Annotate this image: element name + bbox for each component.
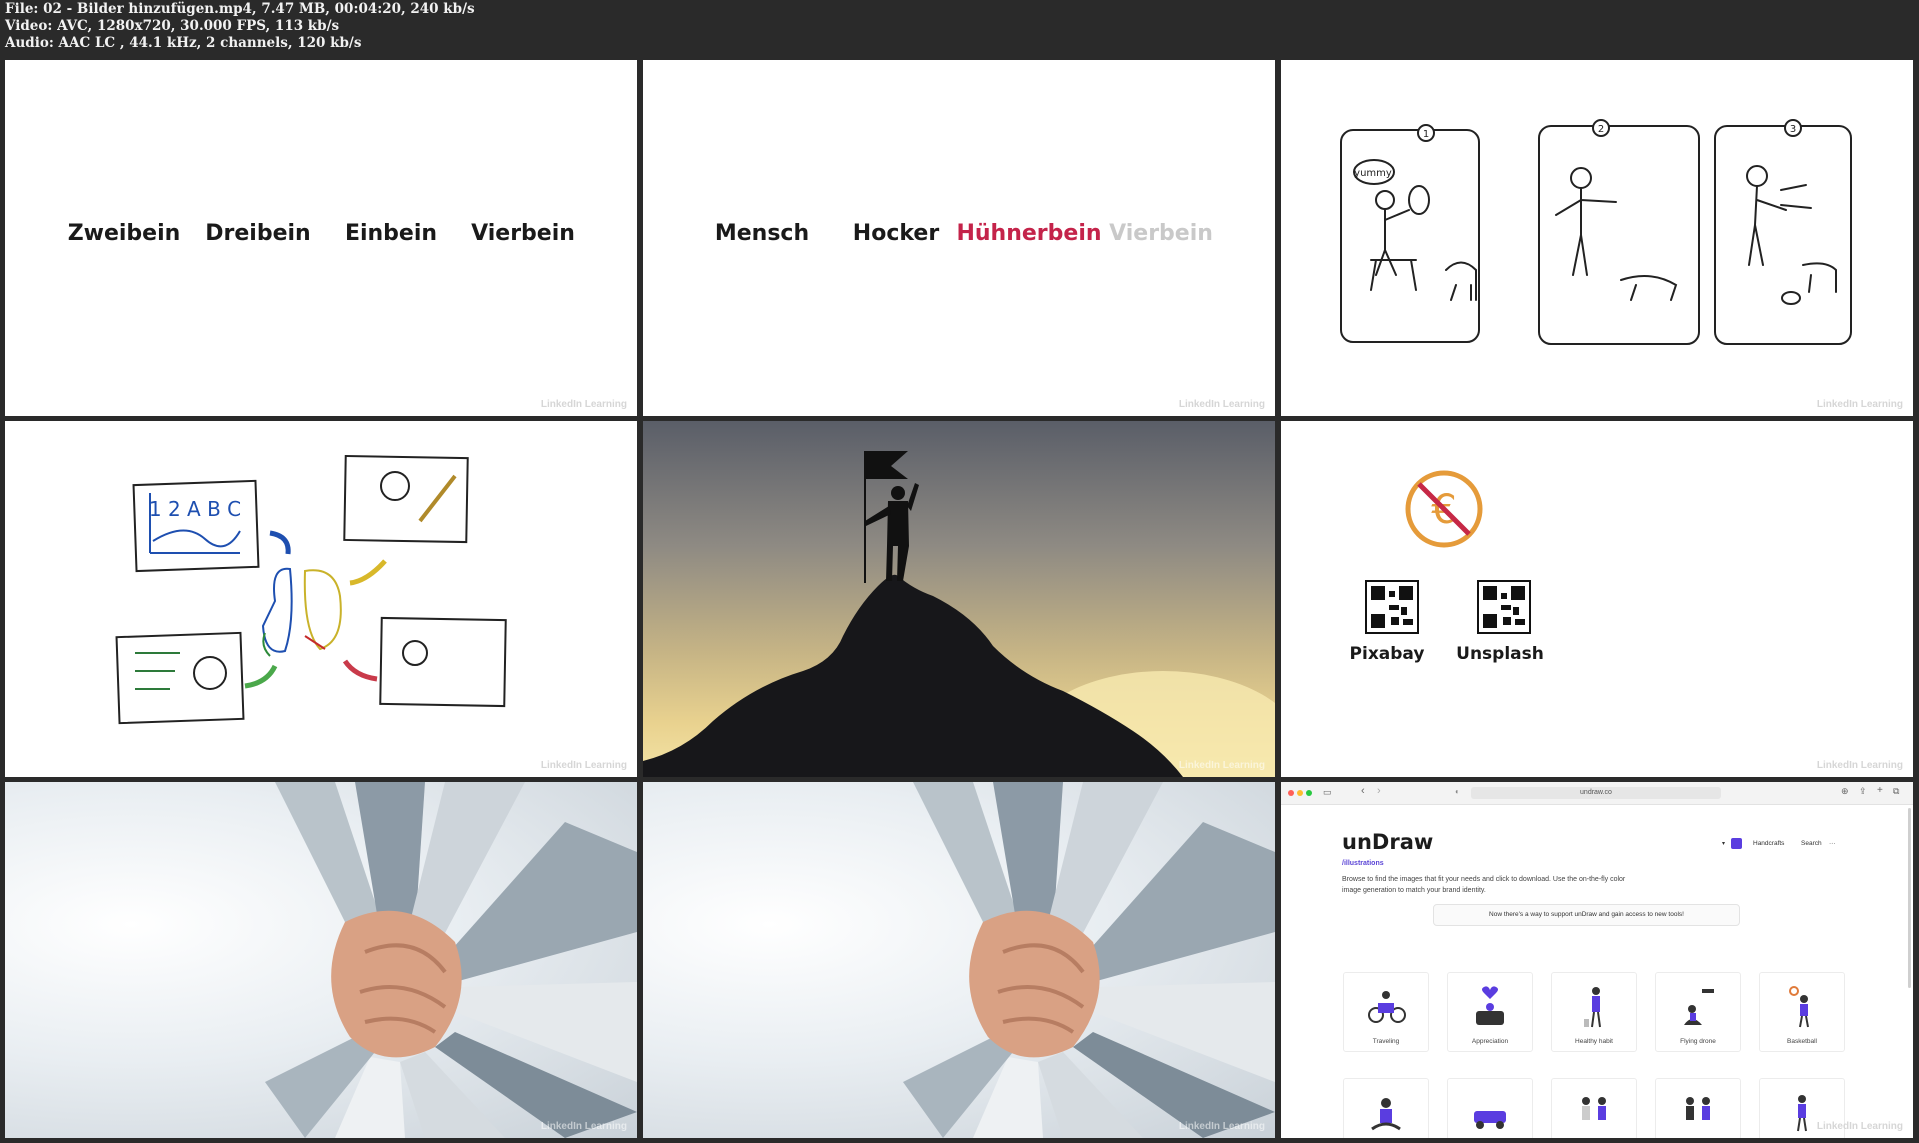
watermark: LinkedIn Learning [1178, 399, 1265, 410]
image-sources-graphic: € [1365, 470, 1531, 634]
audio-info-line: Audio: AAC LC , 44.1 kHz, 2 channels, 12… [5, 35, 362, 51]
video-info-line: Video: AVC, 1280x720, 30.000 FPS, 113 kb… [5, 18, 340, 34]
minimize-window-button[interactable] [1297, 790, 1303, 796]
learning-brain-sketch: 1 2 A B C [115, 454, 507, 725]
word-huehnerbein: Hühnerbein [956, 221, 1102, 246]
car-illustration-icon [1474, 1111, 1506, 1129]
thumbnail-frame-5: LinkedIn Learning [643, 421, 1275, 777]
watermark: LinkedIn Learning [1178, 760, 1265, 771]
word-dreibein: Dreibein [205, 221, 311, 246]
appreciation-illustration-icon [1476, 986, 1504, 1025]
basketball-illustration-icon [1789, 986, 1809, 1028]
thumbnail-frame-2: Mensch Hocker Hühnerbein Vierbein Linked… [643, 60, 1275, 416]
card-label: Appreciation [1471, 1038, 1509, 1045]
watermark: LinkedIn Learning [1178, 1121, 1265, 1132]
illustration-card[interactable]: Traveling [1343, 972, 1429, 1052]
nav-more[interactable]: ··· [1829, 840, 1836, 847]
sidebar-icon[interactable]: ▭ [1323, 787, 1332, 798]
share-icon[interactable]: ⇪ [1859, 786, 1867, 797]
nav-search[interactable]: Search [1801, 840, 1822, 847]
thumbnail-frame-4: 1 2 A B C LinkedIn Learning [5, 421, 637, 777]
flying-drone-illustration-icon [1684, 989, 1714, 1025]
card-label: Traveling [1372, 1038, 1400, 1045]
nav-handcrafts[interactable]: Handcrafts [1753, 840, 1784, 847]
thumbnail-frame-6: € Pixabay Unsplash LinkedIn Learning [1281, 421, 1913, 777]
teamwork-hands-image [265, 782, 637, 1138]
shield-icon: ◐ [1455, 787, 1460, 796]
close-window-button[interactable] [1288, 790, 1294, 796]
thumbnail-frame-7: LinkedIn Learning [5, 782, 637, 1138]
support-banner[interactable]: Now there's a way to support unDraw and … [1433, 904, 1740, 926]
file-info-header: File: 02 - Bilder hinzufügen.mp4, 7.47 M… [0, 0, 1919, 58]
back-icon[interactable]: ‹ [1361, 785, 1365, 797]
maximize-window-button[interactable] [1306, 790, 1312, 796]
traveling-illustration-icon [1368, 991, 1406, 1023]
handshake-illustration-icon [1686, 1097, 1710, 1120]
color-picker-swatch[interactable] [1731, 838, 1742, 849]
thumbnail-frame-1: Zweibein Dreibein Einbein Vierbein Linke… [5, 60, 637, 416]
thumbnail-frame-9: ▭ ‹ › ◐ undraw.co ⊕ ⇪ + ⧉ unDraw /illust… [1281, 782, 1913, 1138]
word-zweibein: Zweibein [67, 221, 181, 246]
forward-icon[interactable]: › [1377, 785, 1381, 797]
teamwork-hands-image [903, 782, 1275, 1138]
new-tab-icon[interactable]: + [1877, 785, 1883, 796]
panel-number-3: 3 [1790, 124, 1796, 135]
people-illustration-icon [1582, 1097, 1606, 1120]
illustration-card[interactable] [1655, 1078, 1741, 1138]
watermark: LinkedIn Learning [1816, 399, 1903, 410]
word-einbein: Einbein [344, 221, 438, 246]
qr-code-icon [1365, 580, 1419, 634]
unsplash-label: Unsplash [1456, 644, 1544, 664]
color-dropdown-icon[interactable]: ▾ [1722, 840, 1725, 847]
mountain-flag-silhouette-image [643, 451, 1275, 777]
browser-toolbar: ▭ ‹ › ◐ undraw.co ⊕ ⇪ + ⧉ [1281, 782, 1913, 805]
illustration-card[interactable]: Basketball [1759, 972, 1845, 1052]
watermark: LinkedIn Learning [540, 1121, 627, 1132]
word-hocker: Hocker [852, 221, 940, 246]
watermark: LinkedIn Learning [1816, 760, 1903, 771]
panel-number-1: 1 [1423, 129, 1429, 140]
thumbnail-frame-3: yummy 1 2 3 LinkedIn Learning [1281, 60, 1913, 416]
chart-sketch-text: 1 2 A B C [149, 497, 241, 521]
no-euro-icon: € [1405, 470, 1483, 548]
word-vierbein-faded: Vierbein [1109, 221, 1213, 246]
card-label: Basketball [1787, 1038, 1817, 1045]
illustration-card[interactable] [1447, 1078, 1533, 1138]
scrollbar[interactable] [1908, 808, 1911, 988]
illustration-card[interactable]: Healthy habit [1551, 972, 1637, 1052]
word-vierbein: Vierbein [471, 221, 575, 246]
illustration-card[interactable]: Appreciation [1447, 972, 1533, 1052]
download-icon[interactable]: ⊕ [1841, 786, 1849, 797]
watermark: LinkedIn Learning [1816, 1121, 1903, 1132]
thumbnail-frame-8: LinkedIn Learning [643, 782, 1275, 1138]
speech-bubble-text: yummy [1354, 168, 1392, 179]
card-label: Healthy habit [1575, 1038, 1613, 1045]
panel-number-2: 2 [1598, 124, 1604, 135]
file-info-line: File: 02 - Bilder hinzufügen.mp4, 7.47 M… [5, 1, 475, 17]
healthy-habit-illustration-icon [1584, 987, 1601, 1028]
watermark: LinkedIn Learning [540, 760, 627, 771]
undraw-logo[interactable]: unDraw [1342, 830, 1433, 854]
illustration-card[interactable] [1343, 1078, 1429, 1138]
tabs-overview-icon[interactable]: ⧉ [1893, 786, 1899, 797]
qr-code-icon [1477, 580, 1531, 634]
illustration-card[interactable] [1551, 1078, 1637, 1138]
illustrations-link[interactable]: /illustrations [1342, 860, 1384, 867]
support-banner-text: Now there's a way to support unDraw and … [1489, 911, 1684, 918]
word-mensch: Mensch [714, 221, 810, 246]
watermark: LinkedIn Learning [540, 399, 627, 410]
undraw-description: Browse to find the images that fit your … [1342, 876, 1626, 894]
illustration-card[interactable]: Flying drone [1655, 972, 1741, 1052]
comic-strip-sketch: yummy 1 2 3 [1340, 119, 1852, 345]
meditation-illustration-icon [1371, 1098, 1401, 1131]
card-label: Flying drone [1680, 1038, 1716, 1045]
pixabay-label: Pixabay [1349, 644, 1425, 664]
address-bar[interactable]: undraw.co [1471, 787, 1721, 799]
